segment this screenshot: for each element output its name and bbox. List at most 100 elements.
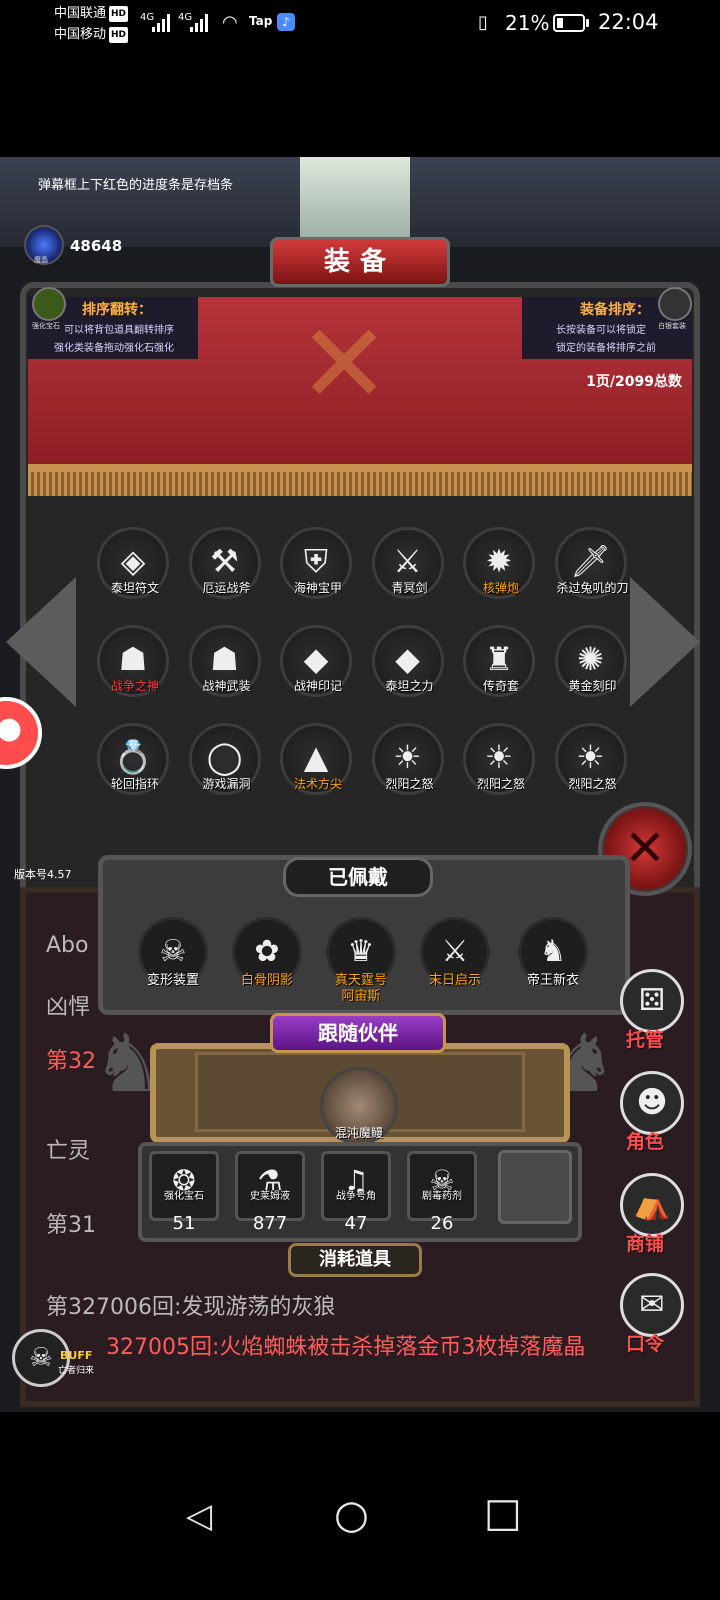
equipment-slot[interactable]: ☀ 烈阳之怒 <box>458 723 544 813</box>
side-button[interactable]: ☻ 角色 <box>616 1071 696 1171</box>
side-button[interactable]: ✉ 口令 <box>616 1273 696 1373</box>
war-horn-icon: ♫ <box>321 1151 391 1221</box>
worn-slot[interactable]: ♞ 帝王新衣 <box>508 917 598 1007</box>
worn-glyph: ✿ <box>254 934 280 969</box>
signal-icon <box>190 12 212 32</box>
equipment-slot[interactable]: ☀ 烈阳之怒 <box>367 723 453 813</box>
equipment-slot[interactable]: ◆ 战神印记 <box>275 625 361 715</box>
battery-percent: 21% <box>505 11 550 35</box>
equipment-name: 战神印记 <box>293 679 342 693</box>
log-line: 第327006回:发现游荡的灰狼 <box>46 1295 336 1320</box>
equipment-name: 泰坦之力 <box>385 679 434 693</box>
background-window <box>300 157 410 237</box>
navigation-bar: ◁ ○ □ <box>0 1412 720 1600</box>
home-icon[interactable]: ○ <box>334 1492 369 1538</box>
consumable-name: 剧毒药剂 <box>422 1191 462 1202</box>
equipment-slot[interactable]: ◆ 泰坦之力 <box>367 625 453 715</box>
equipment-name: 烈阳之怒 <box>385 777 434 791</box>
magic-crystal-count: 48648 <box>70 237 123 255</box>
equipment-slot[interactable]: 🗡 杀过兔叽的刀 <box>550 527 636 617</box>
carrier-1: 中国联通 HD <box>54 6 129 22</box>
worn-slot[interactable]: ☠ 变形装置 <box>128 917 218 1007</box>
equipment-name: 传奇套 <box>482 679 519 693</box>
carrier-2: 中国移动 HD <box>54 27 129 43</box>
consumable-name: 强化宝石 <box>164 1191 204 1202</box>
equipment-slot[interactable]: ☗ 战神武装 <box>184 625 270 715</box>
equipment-sort-line-1: 长按装备可以将锁定 <box>556 325 646 336</box>
equipment-slot[interactable]: ✹ 核弹炮 <box>458 527 544 617</box>
consumable-slot[interactable]: ♫ 战争号角 47 <box>316 1151 396 1251</box>
dice-icon: ⚄ <box>620 969 684 1033</box>
worn-glyph: ♞ <box>539 934 567 969</box>
game-screen: 弹幕框上下红色的进度条是存档条 魔晶 48648 ✕ 装备 强化宝石 排序翻转：… <box>0 157 720 1412</box>
scroll-icon: ✉ <box>620 1273 684 1337</box>
consumable-slot[interactable]: ☠ 剧毒药剂 26 <box>402 1151 482 1251</box>
equipment-slot[interactable]: ✺ 黄金刻印 <box>550 625 636 715</box>
equipment-name: 厄运战斧 <box>202 581 251 595</box>
equipment-slot[interactable]: 💍 轮回指环 <box>92 723 178 813</box>
slime-potion-icon: ⚗ <box>235 1151 305 1221</box>
page-counter: 1页/2099总数 <box>586 374 682 390</box>
enhance-gem-icon: ❂ <box>149 1151 219 1221</box>
equipment-name: 海神宝甲 <box>293 581 342 595</box>
back-icon[interactable]: ◁ <box>186 1496 212 1536</box>
equipment-name: 游戏漏洞 <box>202 777 251 791</box>
worn-slot[interactable]: ♛ 真天霆号 阿宙斯 <box>316 917 406 1007</box>
equipment-glyph: ✹ <box>485 542 513 580</box>
version-label: 版本号4.57 <box>14 868 72 881</box>
worn-slot[interactable]: ✿ 白骨阴影 <box>222 917 312 1007</box>
equipment-slot[interactable]: ◈ 泰坦符文 <box>92 527 178 617</box>
equipment-glyph: ▲ <box>303 738 329 776</box>
recent-apps-icon[interactable]: □ <box>484 1490 522 1536</box>
log-line: 327005回:火焰蜘蛛被击杀掉落金币3枚掉落魔晶 <box>106 1335 586 1360</box>
equipment-slot[interactable]: ▲ 法术方尖 <box>275 723 361 813</box>
consumable-name: 史莱姆液 <box>250 1191 290 1202</box>
empty-consumable-slot[interactable] <box>498 1150 572 1224</box>
battery-tip <box>586 19 589 27</box>
equipment-glyph: ◈ <box>120 542 146 580</box>
equipment-glyph: ☗ <box>118 640 148 678</box>
vibrate-icon: ▯ <box>478 12 488 33</box>
equipment-name: 烈阳之怒 <box>568 777 617 791</box>
worn-name: 真天霆号 阿宙斯 <box>334 973 387 1004</box>
worn-glyph: ⚔ <box>441 934 469 969</box>
side-button[interactable]: ⛺ 商铺 <box>616 1173 696 1273</box>
log-line: 亡灵 <box>46 1139 91 1164</box>
log-line: 第31 <box>46 1213 96 1238</box>
side-button[interactable]: ⚄ 托管 <box>616 969 696 1069</box>
consumable-count: 877 <box>252 1213 288 1234</box>
buff-label: BUFF <box>60 1349 93 1362</box>
equipment-glyph: ☀ <box>484 738 514 776</box>
equipment-slot[interactable]: ⚒ 厄运战斧 <box>184 527 270 617</box>
equipment-name: 烈阳之怒 <box>476 777 525 791</box>
equipment-slot[interactable]: ⚔ 青冥剑 <box>367 527 453 617</box>
equipment-slot[interactable]: ☗ 战争之神 <box>92 625 178 715</box>
equipment-name: 战神武装 <box>202 679 251 693</box>
consumable-name: 战争号角 <box>336 1191 376 1202</box>
equipment-slot[interactable]: ♜ 传奇套 <box>458 625 544 715</box>
consumable-count: 51 <box>172 1213 196 1234</box>
equipment-slot[interactable]: ◯ 游戏漏洞 <box>184 723 270 813</box>
equipment-slot[interactable]: ⛨ 海神宝甲 <box>275 527 361 617</box>
worn-glyph: ♛ <box>347 934 375 969</box>
consumable-slot[interactable]: ❂ 强化宝石 51 <box>144 1151 224 1251</box>
tap-app-icon: Tap <box>249 14 273 28</box>
worn-slot[interactable]: ⚔ 末日启示 <box>410 917 500 1007</box>
log-line: Abo <box>46 933 89 958</box>
silver-set-caption: 白银套装 <box>658 322 686 330</box>
status-bar: 中国联通 HD 中国移动 HD 4G 4G ◠ Tap ♪ ▯ 21% 22:04 <box>0 0 720 50</box>
equipment-slot[interactable]: ☀ 烈阳之怒 <box>550 723 636 813</box>
consumable-slot[interactable]: ⚗ 史莱姆液 877 <box>230 1151 310 1251</box>
equipment-glyph: ◯ <box>206 738 243 776</box>
worn-name: 帝王新衣 <box>526 973 579 988</box>
consumable-count: 26 <box>430 1213 454 1234</box>
magic-crystal-caption: 魔晶 <box>34 256 48 264</box>
sort-flip-info[interactable]: 强化宝石 排序翻转： 可以将背包道具翻转排序 强化类装备拖动强化石强化 <box>28 287 198 359</box>
enhance-gem-caption: 强化宝石 <box>32 322 60 330</box>
equipment-name: 青冥剑 <box>391 581 428 595</box>
equipment-sort-info[interactable]: 装备排序： 白银套装 长按装备可以将锁定 锁定的装备将排序之前 <box>522 287 692 359</box>
sort-flip-line-1: 可以将背包道具翻转排序 <box>64 325 174 336</box>
equipment-glyph: ◆ <box>303 640 329 678</box>
consumables-title: 消耗道具 <box>288 1243 422 1277</box>
worn-glyph: ☠ <box>159 934 187 969</box>
